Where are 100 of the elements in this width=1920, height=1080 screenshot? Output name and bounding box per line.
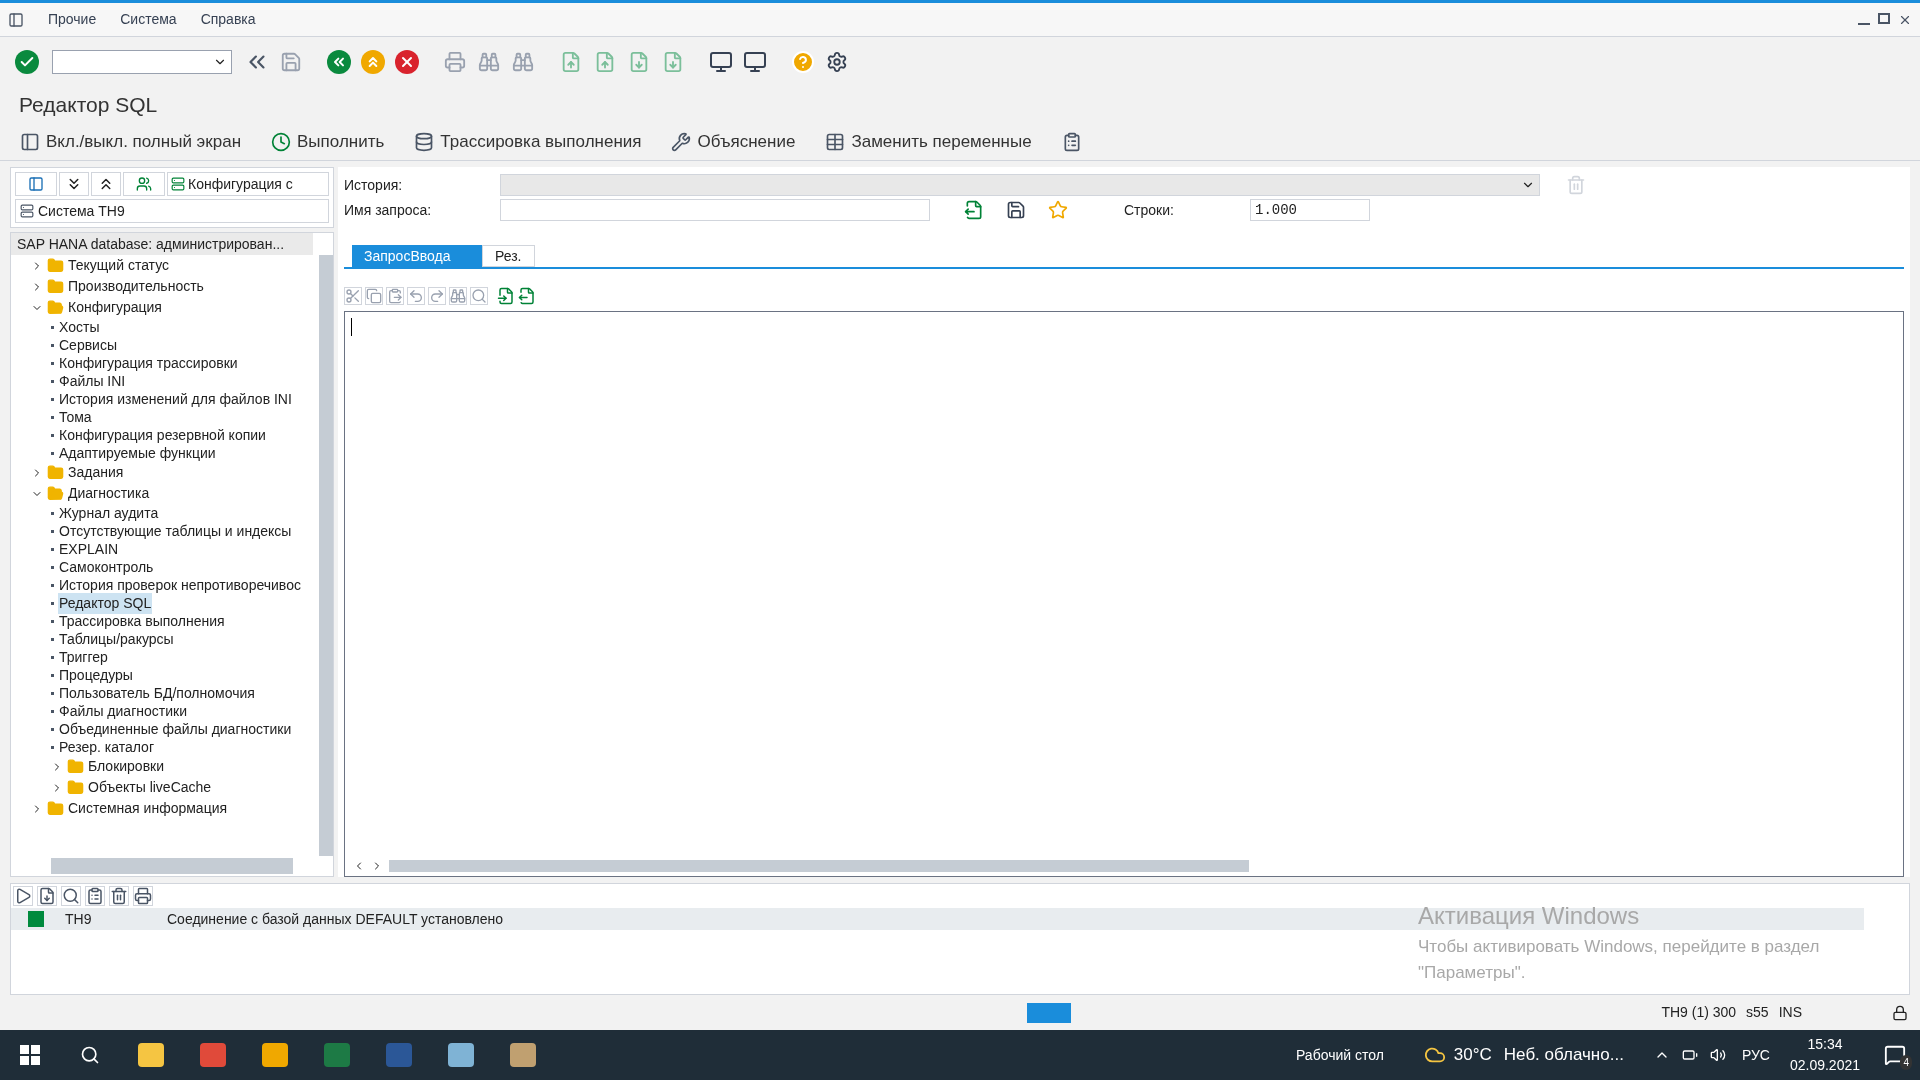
- table-cell-text: TH9: [64, 909, 93, 929]
- bullet-icon: [51, 529, 54, 533]
- collapse-all-icon[interactable]: [91, 172, 121, 196]
- toolbar-button[interactable]: Заменить переменные: [825, 128, 1032, 155]
- log-tool-icon[interactable]: [85, 886, 105, 906]
- activation-text: Чтобы активировать Windows, перейдите в раздел "Параметры".: [1418, 936, 1821, 984]
- taskbar-text: 30°C: [1453, 1044, 1492, 1067]
- folder-icon: [67, 758, 84, 775]
- taskbar-text[interactable]: РУС: [1741, 1044, 1770, 1066]
- tree-header: SAP HANA database: администрирован...: [11, 233, 313, 255]
- menu-item[interactable]: Прочие: [48, 9, 97, 30]
- import-icon[interactable]: [497, 287, 515, 305]
- activation-title: Активация Windows: [1418, 901, 1641, 931]
- users-icon[interactable]: [123, 172, 165, 196]
- window-controls-icon[interactable]: [1858, 12, 1912, 27]
- bullet-icon: [51, 637, 54, 641]
- folder-icon: [47, 464, 64, 481]
- bullet-icon: [51, 343, 54, 347]
- status-field: TH9 (1) 300: [1661, 1002, 1737, 1023]
- command-field[interactable]: [52, 50, 232, 74]
- tab[interactable]: ЗапросВвода: [352, 245, 482, 267]
- wrench-icon: [671, 131, 692, 152]
- table-cell-text: Соединение с базой данных DEFAULT установлено: [166, 909, 504, 929]
- tree-item[interactable]: Объекты liveCache: [88, 777, 212, 798]
- toolbar-button[interactable]: Выполнить: [271, 128, 385, 155]
- rows-field[interactable]: 1.000: [1250, 199, 1370, 221]
- status-field: INS: [1778, 1002, 1802, 1023]
- menu-item[interactable]: Справка: [200, 9, 256, 30]
- folder-icon: [47, 485, 64, 502]
- save-icon[interactable]: [1006, 200, 1026, 220]
- tree-item[interactable]: Блокировки: [88, 756, 165, 777]
- server-icon: [171, 177, 185, 191]
- load-icon[interactable]: [964, 200, 984, 220]
- editor-tool-icon[interactable]: [449, 287, 467, 305]
- table-icon: [825, 131, 846, 152]
- toolbar-button[interactable]: Трассировка выполнения: [414, 128, 642, 155]
- bullet-icon: [51, 709, 54, 713]
- tree-item[interactable]: Конфигурация: [68, 297, 162, 318]
- bullet-icon: [51, 565, 54, 569]
- panel-icon: [20, 131, 40, 152]
- search-icon[interactable]: [80, 1045, 100, 1065]
- taskbar-text[interactable]: Рабочий стол: [1295, 1044, 1384, 1066]
- speaker-icon[interactable]: [1709, 1047, 1726, 1063]
- lock-icon: [1892, 1004, 1908, 1021]
- bullet-icon: [51, 601, 54, 605]
- bullet-icon: [51, 727, 54, 731]
- tree-item[interactable]: Диагностика: [68, 483, 150, 504]
- menu-icon[interactable]: [8, 11, 24, 28]
- taskbar-time[interactable]: 15:34: [1807, 1034, 1843, 1055]
- scrollbar[interactable]: [389, 860, 1249, 872]
- star-icon[interactable]: [1048, 200, 1068, 220]
- bullet-icon: [51, 511, 54, 515]
- log-tool-icon[interactable]: [133, 886, 153, 906]
- folder-icon: [47, 299, 64, 316]
- bullet-icon: [51, 379, 54, 383]
- export-icon[interactable]: [518, 287, 536, 305]
- bullet-icon: [51, 547, 54, 551]
- menu-item[interactable]: Система: [120, 9, 177, 30]
- expand-all-icon[interactable]: [59, 172, 89, 196]
- tree-item[interactable]: Задания: [68, 462, 124, 483]
- folder-icon: [47, 257, 64, 274]
- bullet-icon: [51, 619, 54, 623]
- bullet-icon: [51, 433, 54, 437]
- toolbar-button[interactable]: Объяснение: [671, 128, 796, 155]
- bullet-icon: [51, 451, 54, 455]
- server-icon: [20, 204, 34, 218]
- battery-icon[interactable]: [1681, 1047, 1698, 1063]
- config-dropdown[interactable]: Конфигурация с: [167, 172, 329, 196]
- bullet-icon: [51, 673, 54, 677]
- editor-tool-icon[interactable]: [428, 287, 446, 305]
- tree-item[interactable]: Системная информация: [68, 798, 228, 819]
- log-tool-icon[interactable]: [61, 886, 81, 906]
- folder-icon: [47, 278, 64, 295]
- tab[interactable]: Рез.: [482, 245, 535, 267]
- field-label: Имя запроса:: [344, 200, 433, 220]
- editor-tool-icon[interactable]: [470, 287, 488, 305]
- bullet-icon: [51, 361, 54, 365]
- taskbar-date[interactable]: 02.09.2021: [1789, 1055, 1860, 1076]
- bullet-icon: [51, 415, 54, 419]
- bullet-icon: [51, 745, 54, 749]
- system-dropdown[interactable]: Система TH9: [15, 199, 329, 223]
- scrollbar[interactable]: [51, 858, 293, 874]
- tree-item[interactable]: Текущий статус: [68, 255, 170, 276]
- folder-icon: [47, 800, 64, 817]
- editor-tool-icon[interactable]: [407, 287, 425, 305]
- log-tool-icon[interactable]: [13, 886, 33, 906]
- tree-item[interactable]: Редактор SQL: [58, 592, 153, 614]
- toolbar-button[interactable]: Вкл./выкл. полный экран: [20, 128, 242, 155]
- log-tool-icon[interactable]: [109, 886, 129, 906]
- query-name-field[interactable]: [500, 199, 930, 221]
- taskbar-text: Неб. облачно...: [1503, 1044, 1624, 1067]
- tree-item[interactable]: Производительность: [68, 276, 204, 297]
- editor-tool-icon[interactable]: [386, 287, 404, 305]
- scrollbar[interactable]: [319, 255, 333, 856]
- editor-tool-icon[interactable]: [344, 287, 362, 305]
- screen-title: Редактор SQL: [18, 92, 159, 119]
- field-label: История:: [344, 175, 404, 195]
- editor-tool-icon[interactable]: [365, 287, 383, 305]
- bullet-icon: [51, 655, 54, 659]
- log-tool-icon[interactable]: [37, 886, 57, 906]
